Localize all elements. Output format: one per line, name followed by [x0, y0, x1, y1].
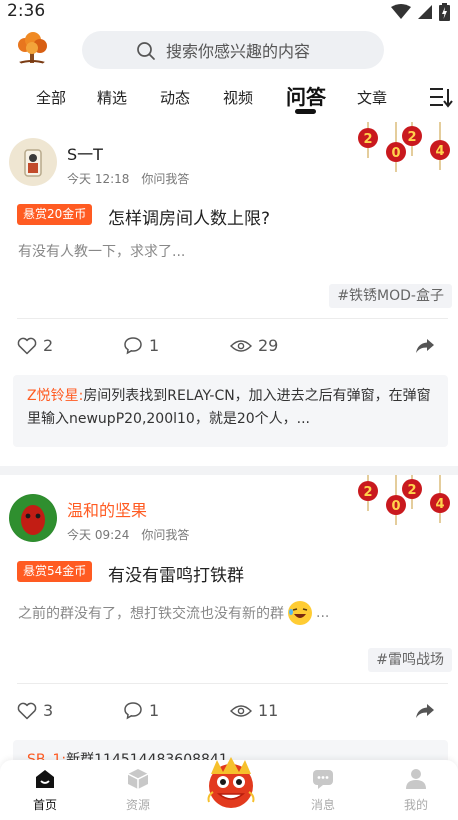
post-source[interactable]: 你问我答	[141, 172, 189, 186]
topic-tag[interactable]: #铁锈MOD-盒子	[329, 284, 452, 308]
search-icon	[137, 42, 155, 60]
search-box[interactable]: 搜索你感兴趣的内容	[82, 31, 384, 69]
box-icon	[127, 769, 149, 789]
top-bar: 搜索你感兴趣的内容	[0, 26, 458, 76]
tab-all[interactable]: 全部	[36, 87, 66, 108]
like-count: 3	[43, 701, 54, 720]
bounty-badge: 悬赏20金币	[17, 204, 93, 225]
post-title[interactable]: 有没有雷鸣打铁群	[108, 561, 244, 586]
lantern-digit: 2	[407, 483, 416, 498]
status-time: 2:36	[7, 1, 46, 21]
nav-label: 资源	[125, 798, 150, 812]
post-title[interactable]: 怎样调房间人数上限?	[108, 204, 270, 229]
lantern-digit: 0	[391, 499, 400, 514]
comment-stat[interactable]: 1	[123, 336, 159, 355]
lantern-digit: 4	[435, 497, 444, 512]
post-time: 今天 12:18	[67, 172, 130, 186]
post-card[interactable]: S一T 今天 12:18 你问我答 2 0 2 4 悬赏20金币 怎样调房间人数上…	[0, 122, 458, 466]
topic-tag[interactable]: #雷鸣战场	[368, 648, 452, 672]
divider	[17, 683, 448, 684]
post-card[interactable]: 温和的坚果 今天 09:24 你问我答 2 0 2 4 悬赏54金币 有没有雷鸣打…	[0, 475, 458, 780]
reply-text: 房间列表找到RELAY-CN，加入进去之后有弹窗，在弹窗里输入newupP20,…	[27, 388, 431, 427]
tab-video[interactable]: 视频	[223, 87, 253, 108]
avatar[interactable]	[9, 138, 57, 186]
section-gap	[0, 466, 458, 475]
view-stat: 29	[230, 336, 278, 355]
summary-ellipsis: ...	[316, 605, 330, 621]
post-meta: 今天 12:18 你问我答	[67, 170, 189, 187]
eye-icon	[230, 704, 252, 717]
search-placeholder: 搜索你感兴趣的内容	[166, 42, 311, 61]
home-icon	[36, 770, 54, 788]
message-icon	[313, 770, 333, 789]
nav-home[interactable]: 首页	[15, 768, 75, 813]
app-logo[interactable]	[13, 29, 51, 67]
heart-icon	[17, 702, 37, 719]
post-summary[interactable]: 之前的群没有了，想打铁交流也没有新的群 ...	[18, 600, 329, 626]
post-summary[interactable]: 有没有人教一下，求求了...	[18, 241, 185, 261]
signal-icon	[418, 5, 432, 19]
author-name[interactable]: S一T	[67, 141, 103, 165]
tab-qa[interactable]: 问答	[286, 81, 326, 110]
reply-author[interactable]: Z悦铃星:	[27, 388, 83, 404]
view-count: 29	[258, 336, 279, 355]
lantern-digit: 4	[435, 144, 444, 159]
tab-activity[interactable]: 动态	[160, 87, 190, 108]
lantern-digit: 0	[391, 146, 400, 161]
status-icons	[391, 3, 450, 21]
comment-icon	[124, 702, 142, 720]
profile-icon	[406, 769, 426, 789]
comment-count: 1	[149, 701, 160, 720]
active-tab-indicator	[295, 109, 316, 114]
top-reply[interactable]: Z悦铃星:房间列表找到RELAY-CN，加入进去之后有弹窗，在弹窗里输入newu…	[13, 375, 448, 447]
status-bar: 2:36	[0, 0, 458, 24]
share-icon[interactable]	[415, 338, 435, 354]
summary-text: 之前的群没有了，想打铁交流也没有新的群	[18, 606, 284, 622]
lion-dance-icon	[207, 757, 255, 808]
tab-featured[interactable]: 精选	[97, 87, 127, 108]
avatar[interactable]	[9, 494, 57, 542]
comment-icon	[124, 337, 142, 355]
post-source[interactable]: 你问我答	[141, 528, 189, 542]
category-tabs: 全部 精选 动态 视频 问答 文章	[0, 78, 458, 118]
tab-article[interactable]: 文章	[357, 87, 387, 108]
post-time: 今天 09:24	[67, 528, 130, 542]
nav-resources[interactable]: 资源	[108, 768, 168, 813]
bounty-badge: 悬赏54金币	[17, 561, 93, 582]
view-count: 11	[258, 701, 279, 720]
nav-profile[interactable]: 我的	[386, 768, 446, 813]
lantern-digit: 2	[363, 485, 372, 500]
bottom-nav: 首页 资源 消息 我的	[0, 757, 458, 820]
lantern-decoration: 2 0 2 4	[358, 475, 450, 525]
like-stat[interactable]: 3	[17, 701, 53, 720]
lantern-digit: 2	[407, 130, 416, 145]
post-meta: 今天 09:24 你问我答	[67, 526, 189, 543]
tab-menu-icon[interactable]	[429, 86, 453, 108]
view-stat: 11	[230, 701, 278, 720]
nav-label: 我的	[403, 798, 428, 812]
nav-label: 消息	[310, 798, 335, 812]
like-stat[interactable]: 2	[17, 336, 53, 355]
lantern-decoration: 2 0 2 4	[358, 122, 450, 172]
nav-label: 首页	[32, 798, 57, 812]
like-count: 2	[43, 336, 54, 355]
nav-messages[interactable]: 消息	[293, 768, 353, 813]
laughing-emoji-icon	[288, 601, 312, 625]
lantern-digit: 2	[363, 132, 372, 147]
eye-icon	[230, 339, 252, 352]
comment-count: 1	[149, 336, 160, 355]
share-icon[interactable]	[415, 703, 435, 719]
battery-icon	[439, 3, 450, 21]
author-name[interactable]: 温和的坚果	[67, 497, 147, 521]
wifi-icon	[391, 4, 411, 19]
nav-center-lion-button[interactable]	[201, 752, 261, 812]
divider	[17, 318, 448, 319]
comment-stat[interactable]: 1	[123, 701, 159, 720]
heart-icon	[17, 337, 37, 354]
